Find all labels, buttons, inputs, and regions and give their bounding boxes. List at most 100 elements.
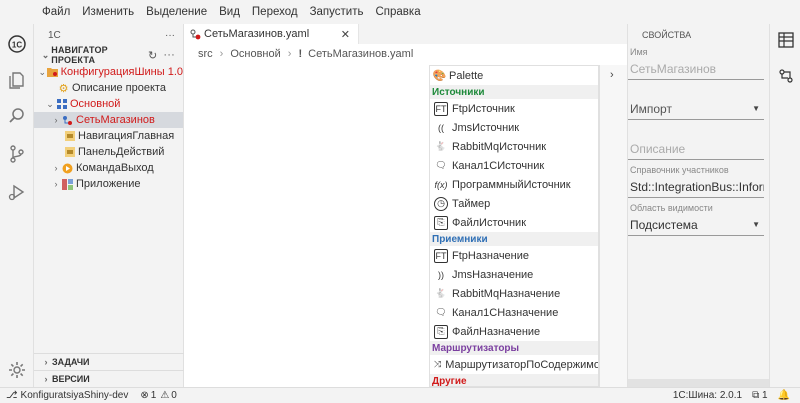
tree-label: ПанельДействий	[78, 146, 165, 158]
palette-item[interactable]: 🐇 RabbitMqНазначение	[430, 284, 598, 303]
warning-icon: ⚠	[160, 390, 170, 401]
1c-logo-icon[interactable]: 1C	[7, 34, 27, 54]
palette-category-routers[interactable]: Маршрутизаторы	[430, 341, 598, 355]
settings-gear-icon[interactable]	[7, 360, 27, 380]
import-select[interactable]: Импорт ▼	[628, 98, 764, 120]
chevron-right-icon: ›	[44, 357, 48, 367]
palette-item[interactable]: f(x) ПрограммныйИсточник	[430, 175, 598, 194]
tasks-section[interactable]: › ЗАДАЧИ	[34, 353, 184, 370]
chevron-down-icon[interactable]: ⌄	[38, 67, 47, 78]
tree-label: Основной	[70, 98, 121, 110]
right-activity-bar	[769, 24, 800, 387]
menu-selection[interactable]: Выделение	[140, 6, 213, 18]
tree-item-cmd-exit[interactable]: › КомандаВыход	[34, 160, 183, 176]
description-field[interactable]: Описание	[628, 138, 764, 160]
breadcrumb-item[interactable]: src	[198, 48, 213, 60]
branch-item[interactable]: ⎇ KonfiguratsiyaShiny-dev	[6, 390, 128, 401]
tree-item-app[interactable]: › Приложение	[34, 176, 183, 192]
tab-networks-yaml[interactable]: СетьМагазинов.yaml ✕	[184, 24, 359, 44]
search-icon[interactable]	[7, 106, 27, 126]
command-icon	[62, 163, 73, 174]
explorer-icon[interactable]	[7, 70, 27, 90]
scope-value: Подсистема	[630, 217, 698, 232]
menu-go[interactable]: Переход	[246, 6, 304, 18]
name-field[interactable]: СетьМагазинов	[628, 58, 764, 80]
tree-item-main[interactable]: ⌄ Основной	[34, 96, 183, 112]
menu-run[interactable]: Запустить	[304, 6, 370, 18]
palette-collapse-strip[interactable]: ›	[599, 65, 627, 387]
version-label[interactable]: 1С:Шина: 2.0.1	[673, 390, 742, 401]
chevron-right-icon[interactable]: ›	[610, 69, 614, 81]
run-debug-icon[interactable]	[7, 182, 27, 202]
tree-item-project-desc[interactable]: ⚙ Описание проекта	[34, 80, 183, 96]
chevron-down-icon[interactable]: ⌄	[44, 99, 56, 110]
category-label: Приемники	[432, 233, 488, 245]
chevron-right-icon[interactable]: ›	[50, 179, 62, 189]
palette-item[interactable]: ◷ Таймер	[430, 194, 598, 213]
tree-item-networks[interactable]: › СетьМагазинов	[34, 112, 183, 128]
palette-item[interactable]: 🗨 Канал1СИсточник	[430, 156, 598, 175]
chevron-right-icon[interactable]: ›	[50, 163, 62, 173]
palette-item[interactable]: ⎘ ФайлИсточник	[430, 213, 598, 232]
status-bar: ⎇ KonfiguratsiyaShiny-dev ⊗ 1 ⚠ 0 1С:Шин…	[0, 387, 800, 403]
rabbitmq-icon: 🐇	[435, 288, 447, 298]
chevron-right-icon[interactable]: ›	[50, 115, 62, 125]
jms-icon: ))	[438, 269, 444, 280]
ftp-icon: FT	[434, 248, 448, 263]
participants-field[interactable]: Std::IntegrationBus::Inform	[628, 176, 764, 198]
palette-item[interactable]: ⤨ МаршрутизаторПоСодержимому	[430, 355, 598, 374]
refresh-icon[interactable]: ↻	[148, 49, 157, 62]
menu-view[interactable]: Вид	[213, 6, 246, 18]
more-actions-icon[interactable]: ···	[165, 30, 175, 41]
scope-label: Область видимости	[630, 203, 713, 213]
tree-item-nav-main[interactable]: НавигацияГлавная	[34, 128, 183, 144]
palette-item[interactable]: )) JmsНазначение	[430, 265, 598, 284]
bell-icon[interactable]: 🔔	[778, 390, 790, 401]
breadcrumb-separator-icon: ›	[219, 47, 224, 60]
editor-tab-bar: СетьМагазинов.yaml ✕	[184, 24, 627, 44]
palette-item[interactable]: 🐇 RabbitMqИсточник	[430, 137, 598, 156]
palette-category-other[interactable]: Другие	[430, 374, 598, 386]
more-icon[interactable]: ···	[163, 49, 175, 62]
network-icon	[62, 115, 73, 126]
participants-label: Справочник участников	[630, 165, 729, 175]
grid-module-icon	[56, 99, 67, 110]
tree-item-config[interactable]: ⌄ КонфигурацияШины 1.0	[34, 64, 183, 80]
palette-item[interactable]: FT FtpИсточник	[430, 99, 598, 118]
tree-item-actions-panel[interactable]: ПанельДействий	[34, 144, 183, 160]
breadcrumb: src › Основной › ! СетьМагазинов.yaml	[184, 44, 627, 63]
palette-header[interactable]: 🎨 Palette	[430, 66, 598, 85]
notifications-item[interactable]: ⧉ 1	[752, 390, 767, 401]
warning-count: 0	[171, 390, 177, 401]
scope-select[interactable]: Подсистема ▼	[628, 214, 764, 236]
breadcrumb-item[interactable]: Основной	[230, 48, 280, 60]
menu-help[interactable]: Справка	[369, 6, 426, 18]
menu-file[interactable]: Файл	[36, 6, 76, 18]
palette-item[interactable]: ⎘ ФайлНазначение	[430, 322, 598, 341]
table-icon[interactable]	[778, 32, 794, 48]
palette-item-label: ФайлИсточник	[452, 216, 527, 229]
function-icon: f(x)	[434, 179, 448, 190]
import-placeholder: Импорт	[630, 101, 672, 116]
palette-category-receivers[interactable]: Приемники	[430, 232, 598, 246]
chevron-right-icon: ›	[44, 374, 48, 384]
palette-item[interactable]: FT FtpНазначение	[430, 246, 598, 265]
source-control-icon[interactable]	[7, 144, 27, 164]
horizontal-scrollbar[interactable]	[628, 379, 770, 387]
palette-item-label: FtpНазначение	[452, 249, 530, 262]
menu-edit[interactable]: Изменить	[76, 6, 140, 18]
problems-item[interactable]: ⊗ 1 ⚠ 0	[140, 390, 176, 401]
palette-item-label: Канал1СИсточник	[452, 159, 545, 172]
breadcrumb-separator-icon: ›	[287, 47, 292, 60]
project-navigator-header[interactable]: ⌄ НАВИГАТОР ПРОЕКТА ↻ ···	[34, 45, 183, 65]
palette-item[interactable]: 🗨 Канал1СНазначение	[430, 303, 598, 322]
breadcrumb-item[interactable]: СетьМагазинов.yaml	[308, 48, 413, 60]
palette-item[interactable]: ((JmsИсточник	[430, 118, 598, 137]
close-tab-icon[interactable]: ✕	[341, 28, 350, 41]
palette-category-sources[interactable]: Источники	[430, 85, 598, 99]
structure-icon[interactable]	[778, 68, 794, 84]
file-icon: ⎘	[434, 324, 448, 339]
tree-label: НавигацияГлавная	[78, 130, 175, 142]
versions-section[interactable]: › ВЕРСИИ	[34, 370, 184, 387]
branch-name: KonfiguratsiyaShiny-dev	[20, 390, 129, 401]
